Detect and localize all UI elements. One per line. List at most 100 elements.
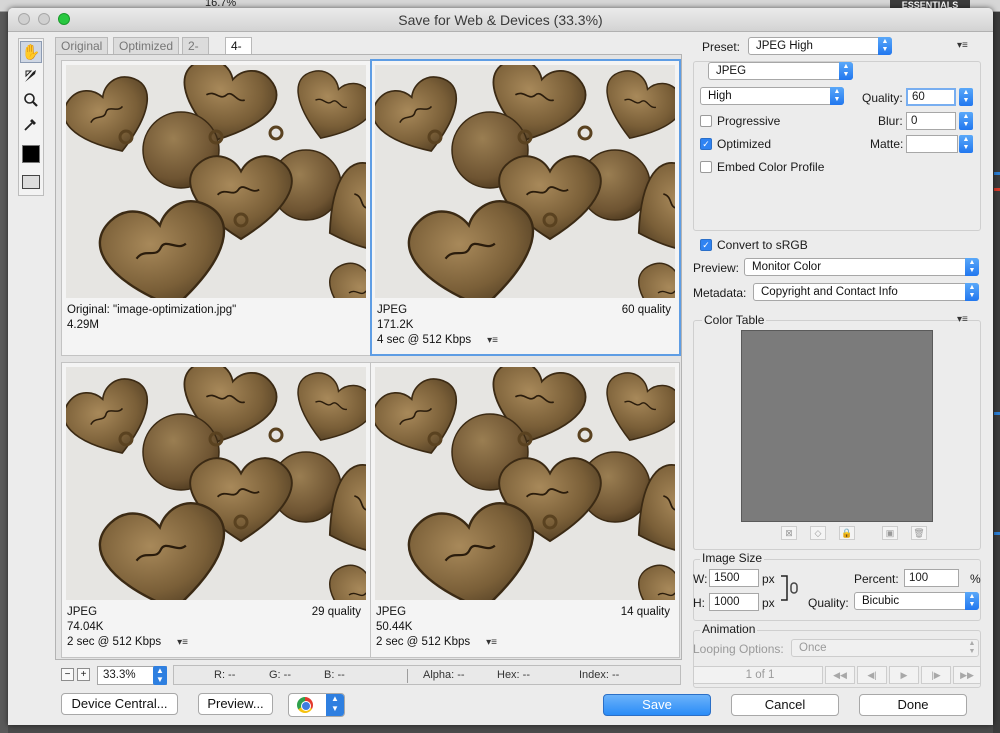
- zoom-tool[interactable]: [20, 89, 42, 111]
- download-rate-menu-icon[interactable]: ▾≡: [177, 637, 188, 648]
- cancel-button[interactable]: Cancel: [731, 694, 839, 716]
- matte-label: Matte:: [870, 137, 904, 151]
- looping-options-dropdown[interactable]: Once ▲ ▼: [791, 639, 979, 657]
- web-shift-icon[interactable]: ◇: [810, 526, 826, 540]
- tab-original[interactable]: Original: [55, 37, 109, 54]
- preset-dropdown[interactable]: JPEG High ▲ ▼: [748, 37, 892, 55]
- chevron-updown-icon: ▲ ▼: [965, 592, 979, 610]
- preview-download-time: 2 sec @ 512 Kbps: [67, 636, 162, 648]
- height-input[interactable]: 1000: [709, 593, 759, 611]
- zoom-in-button[interactable]: +: [77, 668, 90, 681]
- panel-strip: [994, 532, 1000, 535]
- tab-4-up[interactable]: 4-Up: [225, 37, 253, 70]
- embed-color-profile-checkbox[interactable]: [700, 161, 712, 173]
- browser-dropdown-arrow[interactable]: ▲ ▼: [326, 694, 344, 716]
- color-table-swatch-area[interactable]: [741, 330, 933, 522]
- eyedropper-color-swatch[interactable]: [22, 145, 40, 163]
- constrain-proportions-link-icon[interactable]: [780, 574, 800, 602]
- preview-file-size: 4.29M: [67, 319, 99, 331]
- progressive-checkbox[interactable]: [700, 115, 712, 127]
- preview-image: [66, 65, 366, 298]
- zoom-out-button[interactable]: −: [61, 668, 74, 681]
- metadata-value: Copyright and Contact Info: [761, 286, 898, 298]
- preset-value: JPEG High: [756, 40, 813, 52]
- blur-stepper[interactable]: ▲ ▼: [959, 112, 973, 130]
- file-format-dropdown[interactable]: JPEG ▲ ▼: [708, 62, 853, 80]
- quality-stepper[interactable]: ▲ ▼: [959, 88, 973, 106]
- chevron-updown-icon: ▲ ▼: [839, 62, 853, 80]
- first-frame-icon[interactable]: ◀◀: [825, 666, 855, 684]
- panel-strip: [994, 412, 1000, 415]
- matte-color-field[interactable]: [906, 135, 958, 153]
- trash-icon[interactable]: 🗑: [911, 526, 927, 540]
- app-right-panels: [993, 12, 1000, 733]
- preview-caption: JPEG 60 quality 171.2K 4 sec @ 512 Kbps ▾≡: [377, 303, 671, 351]
- app-left-edge: [0, 12, 8, 733]
- zoom-level-dropdown-arrow[interactable]: ▲ ▼: [153, 666, 167, 685]
- matte-dropdown-arrow[interactable]: ▲ ▼: [959, 135, 973, 153]
- preview-button[interactable]: Preview...: [198, 693, 273, 715]
- info-divider: [407, 669, 408, 683]
- panel-strip: [994, 188, 1000, 191]
- width-input[interactable]: 1500: [709, 569, 759, 587]
- quality-value: 60: [912, 91, 925, 103]
- map-color-icon[interactable]: ⊠: [781, 526, 797, 540]
- play-icon[interactable]: ▶: [889, 666, 919, 684]
- compression-quality-value: High: [708, 90, 732, 102]
- preview-grid: Original: "image-optimization.jpg" 4.29M…: [55, 54, 682, 660]
- preview-file-size: 50.44K: [376, 621, 413, 633]
- color-preview-dropdown[interactable]: Monitor Color ▲ ▼: [744, 258, 979, 276]
- new-color-icon[interactable]: ▣: [882, 526, 898, 540]
- slice-select-tool[interactable]: [20, 65, 42, 87]
- preview-cell-original[interactable]: Original: "image-optimization.jpg" 4.29M: [61, 60, 371, 356]
- preview-cell-optimized-3[interactable]: JPEG 14 quality 50.44K 2 sec @ 512 Kbps ▾≡: [370, 362, 680, 658]
- percent-input[interactable]: 100: [904, 569, 959, 587]
- quality-input[interactable]: 60: [906, 88, 956, 106]
- looping-options-label: Looping Options:: [693, 642, 784, 656]
- eyedropper-tool[interactable]: [20, 113, 42, 135]
- panel-strip: [994, 172, 1000, 175]
- toggle-slices-visibility-icon[interactable]: [22, 175, 40, 189]
- preview-browser-selector[interactable]: ▲ ▼: [288, 693, 345, 717]
- info-b: B: --: [324, 669, 345, 681]
- preview-cell-optimized-2[interactable]: JPEG 29 quality 74.04K 2 sec @ 512 Kbps ▾≡: [61, 362, 371, 658]
- preview-quality: 14 quality: [620, 606, 670, 618]
- preview-cell-optimized-1[interactable]: JPEG 60 quality 171.2K 4 sec @ 512 Kbps ▾≡: [370, 59, 681, 356]
- hand-tool[interactable]: ✋: [20, 41, 42, 63]
- preview-caption: JPEG 29 quality 74.04K 2 sec @ 512 Kbps ▾≡: [67, 605, 361, 653]
- width-label: W:: [693, 572, 708, 586]
- device-central-button[interactable]: Device Central...: [61, 693, 178, 715]
- preview-image: [66, 367, 366, 600]
- download-rate-menu-icon[interactable]: ▾≡: [486, 637, 497, 648]
- previous-frame-icon[interactable]: ◀|: [857, 666, 887, 684]
- blur-input[interactable]: 0: [906, 112, 956, 130]
- resample-quality-value: Bicubic: [862, 595, 900, 607]
- color-table-menu-icon[interactable]: ▾≡: [957, 314, 968, 325]
- download-rate-menu-icon[interactable]: ▾≡: [487, 335, 498, 346]
- zoom-level-value: 33.3%: [103, 669, 136, 681]
- done-button[interactable]: Done: [859, 694, 967, 716]
- optimized-checkbox[interactable]: ✓: [700, 138, 712, 150]
- compression-quality-dropdown[interactable]: High ▲ ▼: [700, 87, 844, 105]
- save-button[interactable]: Save: [603, 694, 711, 716]
- resample-quality-dropdown[interactable]: Bicubic ▲ ▼: [854, 592, 979, 610]
- tab-optimized[interactable]: Optimized: [113, 37, 180, 54]
- width-unit: px: [762, 572, 775, 586]
- convert-to-srgb-label: Convert to sRGB: [717, 238, 808, 252]
- dialog-title: Save for Web & Devices (33.3%): [398, 12, 603, 28]
- preview-file-size: 171.2K: [377, 319, 414, 331]
- tool-palette: ✋: [18, 38, 44, 196]
- preview-format: JPEG: [377, 304, 408, 316]
- preview-download-time: 4 sec @ 512 Kbps: [377, 334, 472, 346]
- lock-color-icon[interactable]: 🔒: [839, 526, 855, 540]
- next-frame-icon[interactable]: |▶: [921, 666, 951, 684]
- preview-format: JPEG: [376, 606, 407, 618]
- tab-2-up[interactable]: 2-Up: [182, 37, 210, 70]
- dialog-titlebar: Save for Web & Devices (33.3%): [8, 8, 993, 32]
- settings-menu-icon[interactable]: ▾≡: [957, 40, 968, 51]
- convert-to-srgb-checkbox[interactable]: ✓: [700, 239, 712, 251]
- metadata-dropdown[interactable]: Copyright and Contact Info ▲ ▼: [753, 283, 979, 301]
- last-frame-icon[interactable]: ▶▶: [953, 666, 981, 684]
- percent-label: Percent:: [854, 572, 899, 586]
- quality-label: Quality:: [862, 91, 903, 105]
